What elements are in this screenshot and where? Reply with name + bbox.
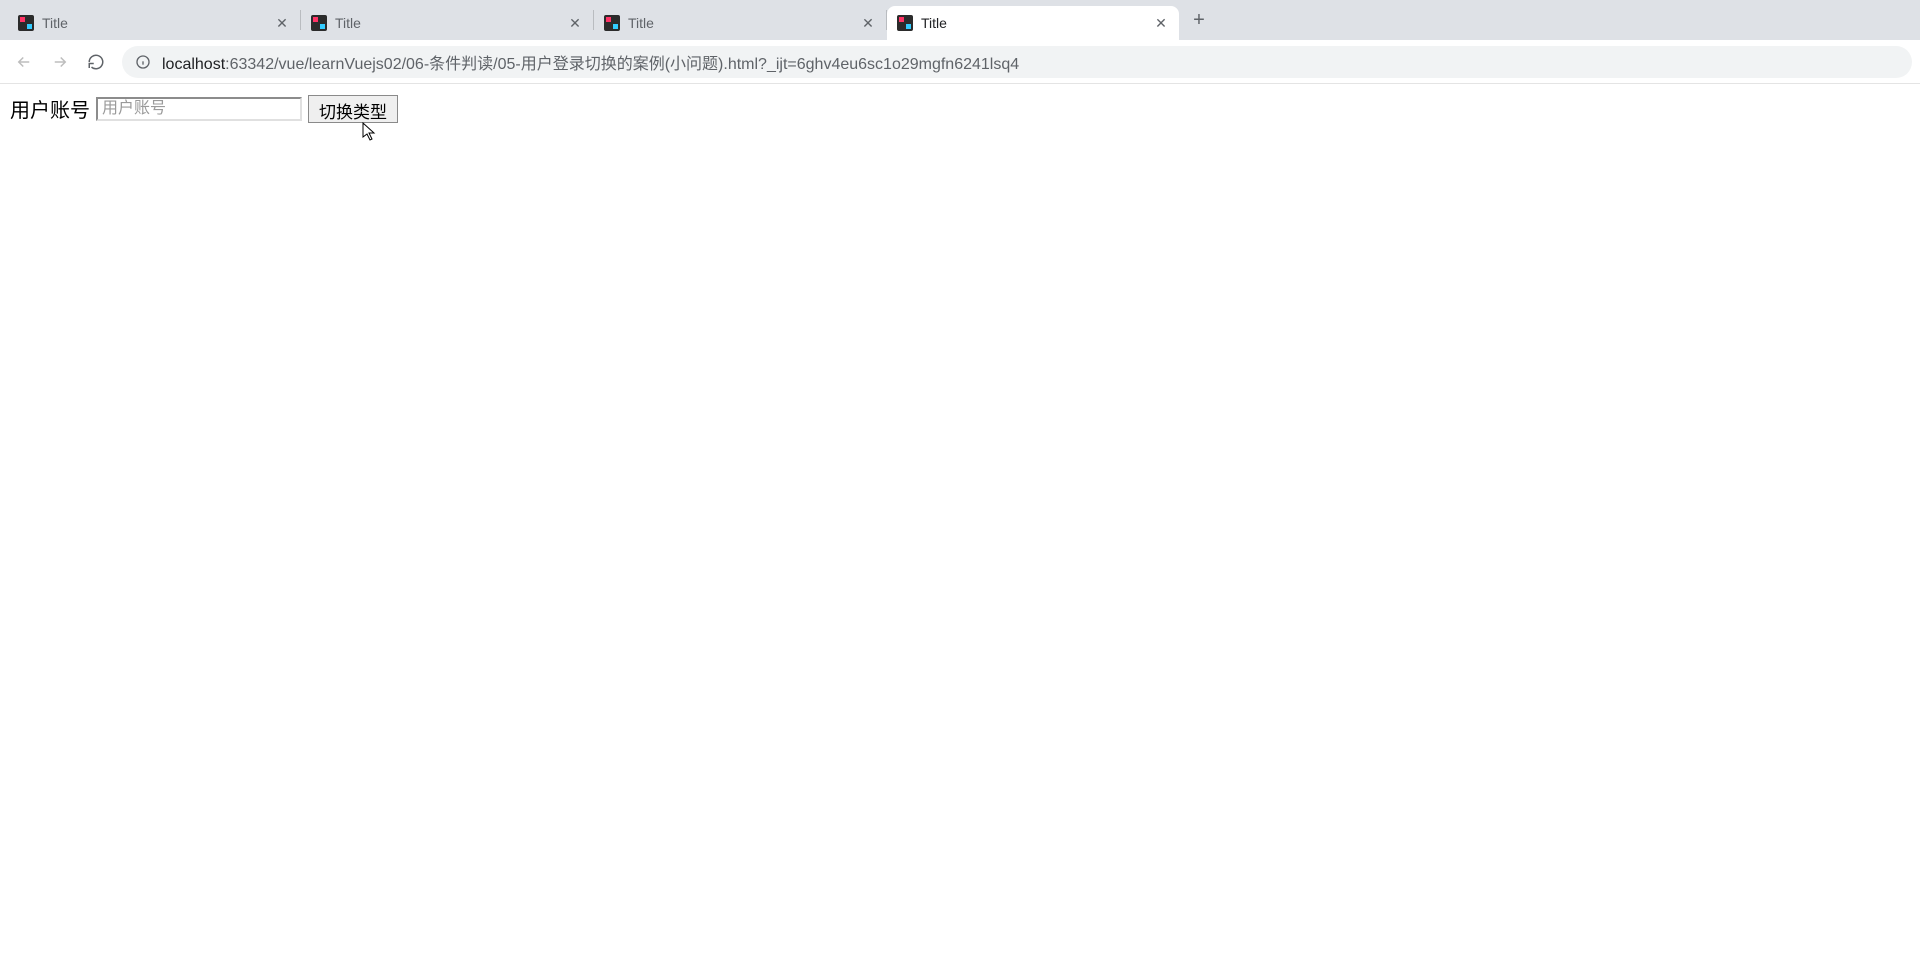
close-icon[interactable]: ✕ <box>567 15 583 31</box>
tab-title: Title <box>335 15 567 31</box>
close-icon[interactable]: ✕ <box>274 15 290 31</box>
switch-type-button[interactable]: 切换类型 <box>308 95 398 123</box>
new-tab-button[interactable]: + <box>1185 6 1213 34</box>
site-info-icon[interactable] <box>134 53 152 71</box>
favicon-icon <box>311 15 327 31</box>
forward-button[interactable] <box>44 46 76 78</box>
username-input[interactable] <box>96 97 302 121</box>
close-icon[interactable]: ✕ <box>860 15 876 31</box>
url-host: localhost <box>162 56 225 73</box>
browser-toolbar: localhost:63342/vue/learnVuejs02/06-条件判读… <box>0 40 1920 84</box>
tab-title: Title <box>42 15 274 31</box>
browser-tab-strip: Title ✕ Title ✕ Title ✕ Title ✕ + <box>0 0 1920 40</box>
url-text: localhost:63342/vue/learnVuejs02/06-条件判读… <box>162 50 1900 74</box>
url-path: :63342/vue/learnVuejs02/06-条件判读/05-用户登录切… <box>225 56 1019 73</box>
username-label: 用户账号 <box>10 94 90 123</box>
favicon-icon <box>18 15 34 31</box>
browser-tab[interactable]: Title ✕ <box>8 6 300 40</box>
page-content: 用户账号 切换类型 <box>0 84 1920 133</box>
reload-button[interactable] <box>80 46 112 78</box>
favicon-icon <box>604 15 620 31</box>
browser-tab-active[interactable]: Title ✕ <box>887 6 1179 40</box>
favicon-icon <box>897 15 913 31</box>
browser-tab[interactable]: Title ✕ <box>301 6 593 40</box>
login-form-row: 用户账号 切换类型 <box>10 94 1910 123</box>
address-bar[interactable]: localhost:63342/vue/learnVuejs02/06-条件判读… <box>122 46 1912 78</box>
browser-tab[interactable]: Title ✕ <box>594 6 886 40</box>
close-icon[interactable]: ✕ <box>1153 15 1169 31</box>
tab-title: Title <box>628 15 860 31</box>
tab-title: Title <box>921 15 1153 31</box>
back-button[interactable] <box>8 46 40 78</box>
